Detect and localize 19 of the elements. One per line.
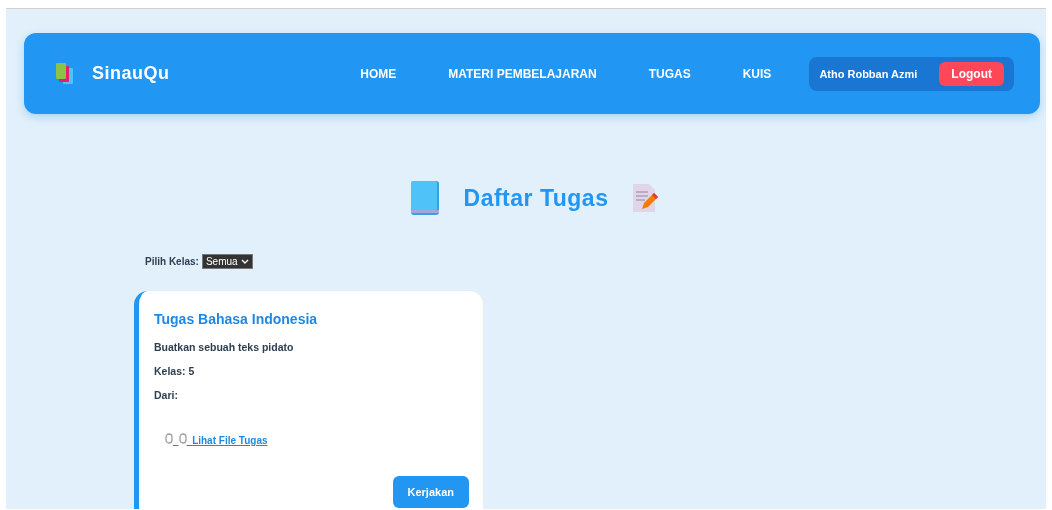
page-title: Daftar Tugas bbox=[463, 184, 609, 212]
user-name: Atho Robban Azmi bbox=[819, 67, 918, 80]
book-icon bbox=[409, 180, 440, 216]
logout-button[interactable]: Logout bbox=[939, 61, 1004, 86]
file-link[interactable]: Lihat File Tugas bbox=[165, 433, 268, 446]
memo-icon bbox=[632, 183, 659, 213]
task-description: Buatkan sebuah teks pidato bbox=[154, 341, 295, 353]
task-author: Dari: bbox=[154, 389, 179, 401]
task-class: Kelas: 5 bbox=[154, 365, 196, 377]
filter-label: Pilih Kelas: bbox=[145, 256, 199, 267]
class-select[interactable]: Semua bbox=[201, 254, 253, 269]
nav-link[interactable]: TUGAS bbox=[648, 66, 691, 81]
nav-link[interactable]: MATERI PEMBELAJARAN bbox=[448, 66, 597, 81]
task-title: Tugas Bahasa Indonesia bbox=[154, 311, 319, 327]
chevron-down-icon bbox=[240, 258, 249, 265]
brand-name[interactable]: SinauQu bbox=[92, 63, 170, 84]
nav-link[interactable]: KUIS bbox=[742, 66, 772, 81]
work-button[interactable]: Kerjakan bbox=[392, 476, 469, 508]
nav-link[interactable]: HOME bbox=[360, 66, 397, 81]
